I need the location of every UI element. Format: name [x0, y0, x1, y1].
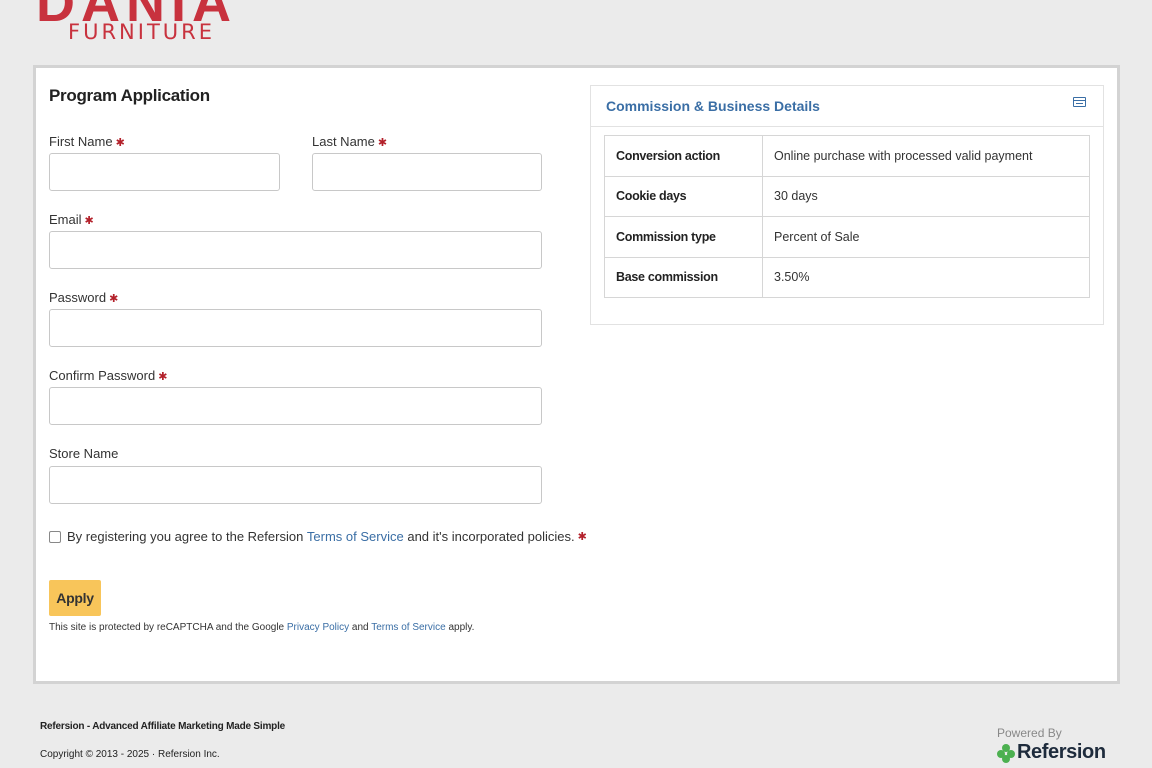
powered-by-label: Powered By	[997, 726, 1062, 740]
confirm-password-label: Confirm Password ✱	[49, 368, 168, 383]
table-row: Conversion action Online purchase with p…	[604, 135, 1090, 177]
panel-title: Commission & Business Details	[606, 98, 820, 114]
last-name-label: Last Name ✱	[312, 134, 388, 149]
required-icon: ✱	[377, 137, 388, 149]
email-field[interactable]	[49, 231, 542, 269]
required-icon: ✱	[84, 215, 94, 227]
table-cell-value: Percent of Sale	[762, 216, 1090, 258]
required-icon: ✱	[109, 293, 119, 305]
table-cell-value: 3.50%	[762, 256, 1090, 298]
refersion-logo-icon	[997, 743, 1015, 763]
dania-furniture-logo: DANIA FURNITURE	[36, 0, 256, 46]
required-icon: ✱	[115, 137, 125, 149]
panel-header: Commission & Business Details	[591, 86, 1103, 127]
terms-of-service-link[interactable]: Terms of Service	[307, 529, 404, 544]
table-cell-value: 30 days	[762, 175, 1090, 217]
table-row: Base commission 3.50%	[604, 256, 1090, 298]
commission-table: Conversion action Online purchase with p…	[604, 135, 1090, 298]
required-icon: ✱	[577, 531, 587, 543]
recaptcha-terms-link[interactable]: Terms of Service	[371, 622, 445, 633]
privacy-policy-link[interactable]: Privacy Policy	[287, 622, 349, 633]
refersion-brand-link[interactable]: Refersion	[997, 741, 1106, 764]
last-name-input[interactable]	[312, 153, 542, 191]
application-card: Program Application First Name ✱ Last Nam…	[33, 65, 1120, 684]
refersion-wordmark: Refersion	[1017, 741, 1106, 763]
table-row: Commission type Percent of Sale	[604, 216, 1090, 258]
table-cell-key: Commission type	[604, 216, 763, 258]
table-cell-value: Online purchase with processed valid pay…	[762, 135, 1090, 177]
agreement-suffix: and it's incorporated policies.	[403, 529, 575, 544]
required-icon: ✱	[158, 371, 168, 383]
password-field[interactable]	[49, 309, 542, 347]
first-name-input[interactable]	[49, 153, 280, 191]
logo-subtitle: FURNITURE	[68, 20, 216, 44]
commission-details-panel: Commission & Business Details Conversion…	[590, 85, 1104, 325]
terms-agreement: By registering you agree to the Refersio…	[49, 529, 587, 544]
store-name-label: Store Name	[49, 446, 119, 461]
footer-tagline: Refersion - Advanced Affiliate Marketing…	[40, 721, 286, 732]
table-row: Cookie days 30 days	[604, 175, 1090, 217]
page-title: Program Application	[49, 86, 210, 105]
table-cell-key: Cookie days	[604, 175, 763, 217]
table-cell-key: Base commission	[604, 256, 763, 298]
footer-copyright: Copyright © 2013 - 2025 · Refersion Inc.	[40, 749, 220, 760]
apply-button[interactable]: Apply	[49, 580, 101, 616]
recaptcha-notice: This site is protected by reCAPTCHA and …	[49, 622, 475, 633]
table-cell-key: Conversion action	[604, 135, 763, 177]
agreement-prefix: By registering you agree to the Refersio…	[67, 529, 307, 544]
password-label: Password ✱	[49, 290, 119, 305]
store-name-field[interactable]	[49, 466, 542, 504]
confirm-password-field[interactable]	[49, 387, 542, 425]
list-card-icon	[1073, 97, 1086, 107]
first-name-label: First Name ✱	[49, 134, 125, 149]
terms-checkbox[interactable]	[49, 530, 61, 543]
email-label: Email ✱	[49, 212, 94, 227]
